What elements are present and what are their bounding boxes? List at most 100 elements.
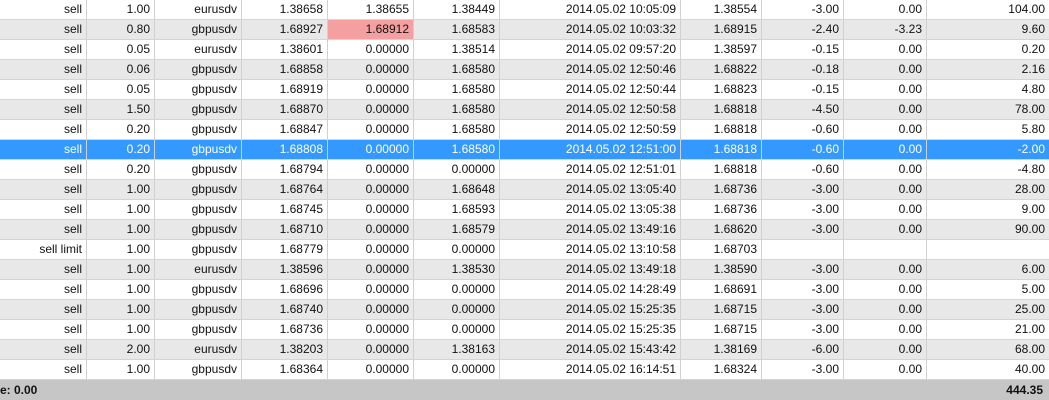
table-row[interactable]: sell 1.50 gbpusdv 1.68870 0.00000 1.68580 2014… [0, 100, 1049, 120]
tp-cell: 0.00000 [414, 280, 500, 299]
close-price-cell: 1.68823 [681, 80, 762, 99]
symbol-cell: gbpusdv [155, 280, 242, 299]
time-cell: 2014.05.02 14:28:49 [500, 280, 681, 299]
table-row[interactable]: sell 1.00 gbpusdv 1.68696 0.00000 0.00000 2014… [0, 280, 1049, 300]
volume-cell: 0.20 [87, 140, 155, 159]
commission-cell: -3.00 [762, 220, 844, 239]
swap-cell: 0.00 [844, 200, 927, 219]
sl-cell: 0.00000 [328, 260, 414, 279]
symbol-cell: gbpusdv [155, 120, 242, 139]
volume-cell: 0.20 [87, 160, 155, 179]
summary-bar: e: 0.00 444.35 [0, 380, 1049, 400]
profit-cell: 9.00 [1021, 202, 1045, 216]
symbol-cell: gbpusdv [155, 140, 242, 159]
tp-cell: 1.68583 [414, 20, 500, 39]
tp-cell: 0.00000 [414, 320, 500, 339]
profit-cell: 28.00 [1014, 182, 1045, 196]
sl-cell: 0.00000 [328, 200, 414, 219]
sl-cell: 0.00000 [328, 160, 414, 179]
type-cell: sell [0, 0, 87, 19]
close-price-cell: 1.68736 [681, 180, 762, 199]
table-row[interactable]: sell 1.00 eurusdv 1.38658 1.38655 1.38449 2014… [0, 0, 1049, 20]
profit-cell: 4.80 [1021, 82, 1045, 96]
time-cell: 2014.05.02 15:43:42 [500, 340, 681, 359]
table-row[interactable]: sell 1.00 gbpusdv 1.68710 0.00000 1.68579 2014… [0, 220, 1049, 240]
commission-cell: -4.50 [762, 100, 844, 119]
volume-cell: 0.20 [87, 120, 155, 139]
time-cell: 2014.05.02 12:50:44 [500, 80, 681, 99]
profit-cell: 6.00 [1021, 262, 1045, 276]
swap-cell: 0.00 [844, 100, 927, 119]
profit-cell [927, 240, 1049, 259]
table-row[interactable]: sell limit 1.00 gbpusdv 1.68779 0.00000 0.000… [0, 240, 1049, 260]
sl-cell: 0.00000 [328, 280, 414, 299]
table-row[interactable]: sell 1.00 gbpusdv 1.68736 0.00000 0.00000 2014… [0, 320, 1049, 340]
type-cell: sell [0, 40, 87, 59]
table-row[interactable]: sell 2.00 eurusdv 1.38203 0.00000 1.38163 2014… [0, 340, 1049, 360]
symbol-cell: eurusdv [155, 340, 242, 359]
volume-cell: 1.00 [87, 240, 155, 259]
close-price-cell: 1.68715 [681, 320, 762, 339]
swap-cell: 0.00 [844, 340, 927, 359]
table-row[interactable]: sell 1.00 gbpusdv 1.68745 0.00000 1.68593 2014… [0, 200, 1049, 220]
swap-cell: 0.00 [844, 160, 927, 179]
table-row[interactable]: sell 0.05 eurusdv 1.38601 0.00000 1.38514 2014… [0, 40, 1049, 60]
time-cell: 2014.05.02 12:50:46 [500, 60, 681, 79]
price-cell: 1.38658 [242, 0, 328, 19]
type-cell: sell [0, 260, 87, 279]
table-row[interactable]: sell 0.80 gbpusdv 1.68927 1.68912 1.68583 2014… [0, 20, 1049, 40]
table-row[interactable]: sell 1.00 eurusdv 1.38596 0.00000 1.38530 2014… [0, 260, 1049, 280]
tp-cell: 1.68580 [414, 120, 500, 139]
profit-cell: -2.00 [1017, 142, 1045, 156]
symbol-cell: eurusdv [155, 0, 242, 19]
table-row[interactable]: sell 1.00 gbpusdv 1.68364 0.00000 0.00000 2014… [0, 360, 1049, 380]
table-row[interactable]: sell 0.20 gbpusdv 1.68847 0.00000 1.68580 2014… [0, 120, 1049, 140]
time-cell: 2014.05.02 13:49:16 [500, 220, 681, 239]
time-cell: 2014.05.02 13:49:18 [500, 260, 681, 279]
commission-cell: -3.00 [762, 360, 844, 379]
price-cell: 1.68696 [242, 280, 328, 299]
close-price-cell: 1.68691 [681, 280, 762, 299]
table-row[interactable]: sell 0.20 gbpusdv 1.68794 0.00000 0.00000 2014… [0, 160, 1049, 180]
commission-cell: -0.18 [762, 60, 844, 79]
table-row[interactable]: sell 1.00 gbpusdv 1.68764 0.00000 1.68648 2014… [0, 180, 1049, 200]
swap-cell: 0.00 [844, 260, 927, 279]
symbol-cell: gbpusdv [155, 20, 242, 39]
profit-cell: 25.00 [1014, 302, 1045, 316]
tp-cell: 1.38163 [414, 340, 500, 359]
symbol-cell: gbpusdv [155, 300, 242, 319]
tp-cell: 1.68580 [414, 100, 500, 119]
close-price-cell: 1.38169 [681, 340, 762, 359]
close-price-cell: 1.68822 [681, 60, 762, 79]
close-price-cell: 1.68715 [681, 300, 762, 319]
sl-cell: 1.68912 [328, 20, 414, 39]
table-row[interactable]: sell 0.06 gbpusdv 1.68858 0.00000 1.68580 2014… [0, 60, 1049, 80]
close-price-cell: 1.68324 [681, 360, 762, 379]
price-cell: 1.68740 [242, 300, 328, 319]
time-cell: 2014.05.02 12:50:59 [500, 120, 681, 139]
table-row[interactable]: sell 1.00 gbpusdv 1.68740 0.00000 0.00000 2014… [0, 300, 1049, 320]
volume-cell: 1.00 [87, 220, 155, 239]
symbol-cell: gbpusdv [155, 360, 242, 379]
type-cell: sell limit [0, 240, 87, 259]
profit-cell: 5.80 [1021, 122, 1045, 136]
balance-summary-text: e: 0.00 [0, 383, 38, 397]
time-cell: 2014.05.02 16:14:51 [500, 360, 681, 379]
close-price-cell: 1.68703 [681, 240, 762, 259]
volume-cell: 0.05 [87, 40, 155, 59]
close-price-cell: 1.68818 [681, 140, 762, 159]
type-cell: sell [0, 280, 87, 299]
tp-cell: 1.38449 [414, 0, 500, 19]
close-price-cell: 1.68620 [681, 220, 762, 239]
volume-cell: 0.80 [87, 20, 155, 39]
volume-cell: 0.06 [87, 60, 155, 79]
close-price-cell: 1.68818 [681, 120, 762, 139]
profit-cell: 78.00 [1014, 102, 1045, 116]
table-row[interactable]: sell 0.05 gbpusdv 1.68919 0.00000 1.68580 2014… [0, 80, 1049, 100]
volume-cell: 1.00 [87, 0, 155, 19]
type-cell: sell [0, 160, 87, 179]
commission-cell: -0.15 [762, 80, 844, 99]
price-cell: 1.68364 [242, 360, 328, 379]
commission-cell: -0.60 [762, 160, 844, 179]
table-row[interactable]: sell 0.20 gbpusdv 1.68808 0.00000 1.68580 2014… [0, 140, 1049, 160]
